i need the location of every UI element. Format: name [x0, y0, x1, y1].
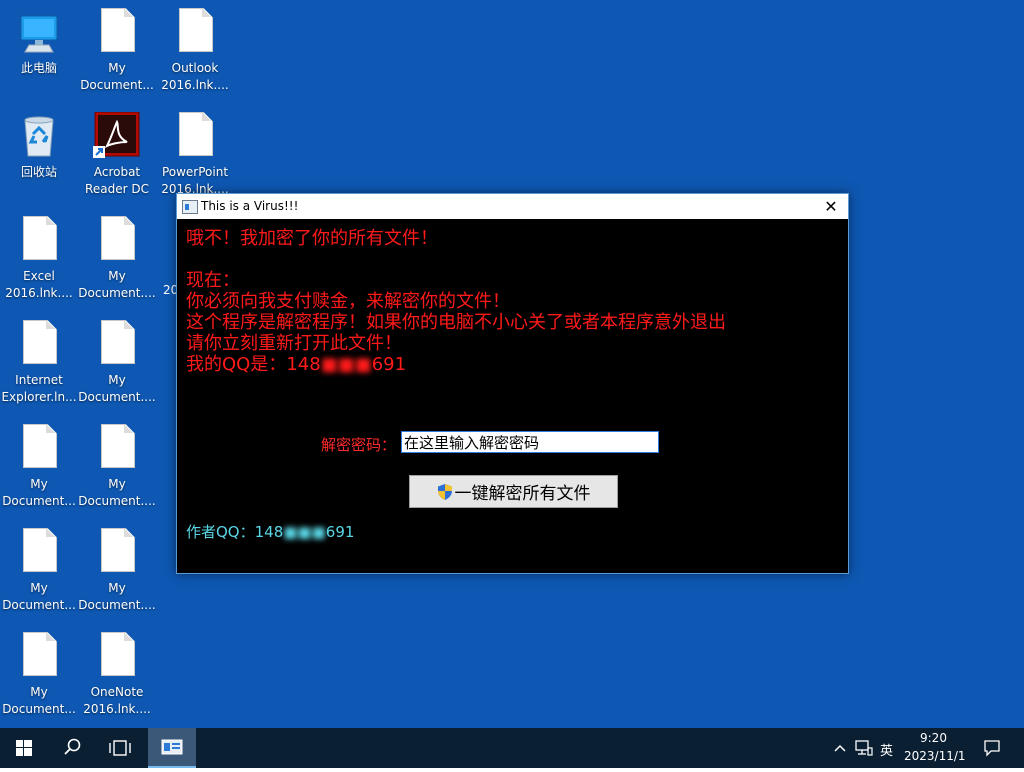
qq-line: 我的QQ是：148■■■691 [186, 354, 407, 375]
app-icon [182, 200, 198, 214]
decrypt-all-button[interactable]: 一键解密所有文件 [409, 475, 618, 508]
icon-label: My Document... [2, 685, 76, 716]
acrobat-icon [93, 111, 141, 160]
desktop-icon-my-document[interactable]: My Document... [78, 0, 156, 94]
search-icon [64, 738, 81, 755]
ransom-window[interactable]: This is a Virus!!! ✕ 哦不！我加密了你的所有文件！ 现在： … [176, 193, 849, 574]
icon-label: 此电脑 [20, 61, 57, 75]
recycle-bin-icon [15, 112, 63, 160]
taskbar-app-virus[interactable] [148, 728, 196, 768]
task-view-icon [109, 740, 131, 756]
message-line: 请你立刻重新打开此文件！ [186, 333, 402, 354]
author-qq: 作者QQ：148■■■691 [186, 523, 355, 541]
computer-icon [15, 8, 63, 56]
message-line: 现在： [186, 270, 240, 291]
icon-label: 回收站 [20, 165, 57, 179]
file-icon [15, 320, 63, 368]
file-icon [15, 424, 63, 472]
desktop-icon-my-document[interactable]: My Document.... [78, 520, 156, 614]
desktop-icon-onenote[interactable]: OneNote 2016.lnk.... [78, 624, 156, 718]
file-icon [93, 424, 141, 472]
icon-label: My Document... [2, 581, 76, 612]
message-line: 这个程序是解密程序！如果你的电脑不小心关了或者本程序意外退出 [186, 312, 726, 333]
file-icon [171, 112, 219, 160]
icon-label: Outlook 2016.lnk.... [161, 61, 229, 92]
window-titlebar[interactable]: This is a Virus!!! ✕ [177, 194, 848, 219]
desktop-icon-powerpoint[interactable]: PowerPoint 2016.lnk.... [156, 104, 234, 198]
file-icon [93, 8, 141, 56]
icon-label: My Document.... [78, 477, 156, 508]
icon-label: OneNote 2016.lnk.... [83, 685, 151, 716]
icon-label: Excel 2016.lnk.... [5, 269, 73, 300]
file-icon [93, 632, 141, 680]
taskbar: 英 9:20 2023/11/1 [0, 728, 1024, 768]
desktop-icon-my-document[interactable]: My Document... [0, 416, 78, 510]
decrypt-button-label: 一键解密所有文件 [454, 484, 591, 504]
file-icon [15, 632, 63, 680]
network-icon[interactable] [855, 740, 873, 756]
desktop-icon-my-document[interactable]: My Document... [0, 520, 78, 614]
icon-label: My Document... [80, 61, 154, 92]
icon-label: My Document.... [78, 373, 156, 404]
chevron-up-icon[interactable] [833, 741, 847, 755]
password-label: 解密密码： [321, 436, 397, 454]
file-icon [15, 216, 63, 264]
icon-label: My Document.... [78, 269, 156, 300]
desktop: 此电脑 回收站 Excel 2016.lnk.... Internet Expl… [0, 0, 1024, 728]
ransom-message: 哦不！我加密了你的所有文件！ 现在： 你必须向我支付赎金，来解密你的文件！ 这个… [186, 228, 726, 375]
icon-label: Acrobat Reader DC [85, 165, 149, 196]
icon-label: My Document.... [78, 581, 156, 612]
password-input[interactable] [401, 431, 659, 453]
desktop-icon-outlook[interactable]: Outlook 2016.lnk.... [156, 0, 234, 94]
notification-icon[interactable] [983, 739, 1001, 757]
search-button[interactable] [48, 728, 96, 768]
desktop-icon-acrobat[interactable]: Acrobat Reader DC [78, 104, 156, 198]
windows-logo-icon [16, 740, 32, 756]
window-title: This is a Virus!!! [201, 199, 299, 213]
clock-time[interactable]: 9:20 [920, 731, 947, 745]
message-line: 哦不！我加密了你的所有文件！ [186, 228, 438, 249]
task-view-button[interactable] [96, 728, 144, 768]
icon-label: My Document... [2, 477, 76, 508]
file-icon [93, 528, 141, 576]
desktop-icon-my-document[interactable]: My Document.... [78, 208, 156, 302]
start-button[interactable] [0, 728, 48, 768]
desktop-icon-my-document[interactable]: My Document... [0, 624, 78, 718]
message-line: 你必须向我支付赎金，来解密你的文件！ [186, 291, 510, 312]
desktop-icon-ie[interactable]: Internet Explorer.ln... [0, 312, 78, 406]
desktop-icon-this-pc[interactable]: 此电脑 [0, 0, 78, 77]
desktop-icon-my-document[interactable]: My Document.... [78, 416, 156, 510]
desktop-icon-my-document[interactable]: My Document.... [78, 312, 156, 406]
app-window-icon [161, 739, 183, 755]
clock-date[interactable]: 2023/11/1 [904, 749, 966, 763]
ime-indicator[interactable]: 英 [880, 740, 893, 759]
file-icon [15, 528, 63, 576]
shield-icon [437, 483, 452, 500]
file-icon [171, 8, 219, 56]
close-icon[interactable]: ✕ [814, 194, 848, 219]
file-icon [93, 320, 141, 368]
desktop-icon-excel[interactable]: Excel 2016.lnk.... [0, 208, 78, 302]
desktop-icon-recycle-bin[interactable]: 回收站 [0, 104, 78, 181]
icon-label: Internet Explorer.ln... [1, 373, 77, 404]
file-icon [93, 216, 141, 264]
